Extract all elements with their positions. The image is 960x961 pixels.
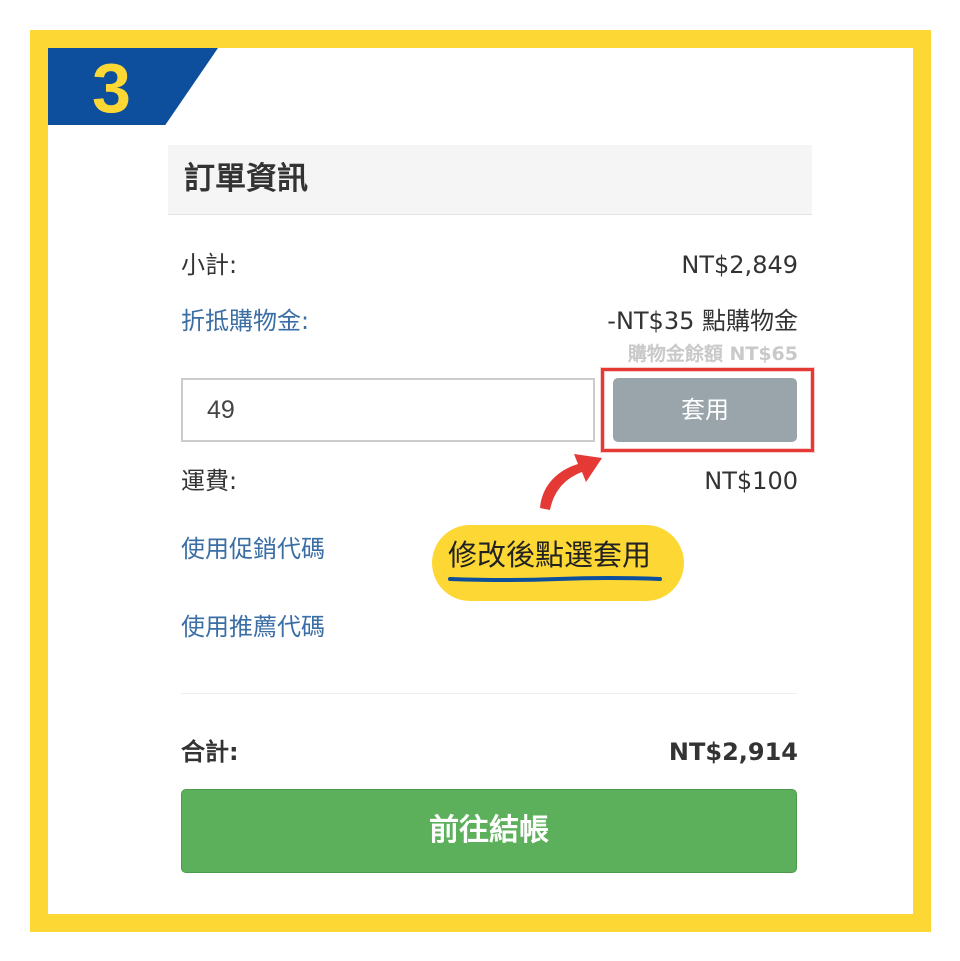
checkout-button[interactable]: 前往結帳 [181, 789, 797, 873]
step-number: 3 [92, 49, 131, 127]
credit-label: 折抵購物金: [181, 307, 310, 335]
credit-balance: 購物金餘額 NT$65 [627, 343, 798, 365]
shipping-value: NT$100 [704, 467, 798, 495]
referral-code-link[interactable]: 使用推薦代碼 [181, 611, 325, 643]
subtotal-label: 小計: [181, 251, 238, 279]
credit-value: -NT$35 點購物金 [607, 307, 798, 335]
promo-code-link[interactable]: 使用促銷代碼 [181, 533, 325, 565]
total-label: 合計: [181, 738, 239, 766]
callout-text: 修改後點選套用 [448, 538, 652, 572]
credit-amount-input[interactable] [181, 378, 595, 442]
callout-underline [448, 576, 662, 582]
annotation-callout: 修改後點選套用 [432, 525, 684, 601]
subtotal-value: NT$2,849 [681, 251, 798, 279]
order-info-title: 訂單資訊 [184, 161, 308, 197]
total-value: NT$2,914 [668, 738, 798, 766]
shipping-label: 運費: [181, 467, 238, 495]
order-info-header: 訂單資訊 [168, 145, 812, 215]
pointer-arrow-icon [540, 454, 602, 510]
divider [181, 693, 797, 694]
apply-button[interactable]: 套用 [613, 378, 797, 442]
